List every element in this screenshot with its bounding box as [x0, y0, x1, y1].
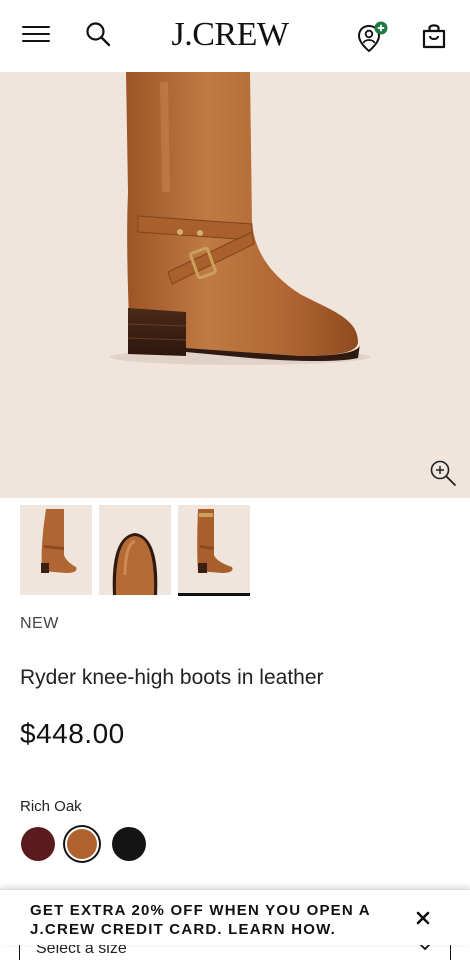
product-price: $448.00 [20, 718, 125, 749]
boot-illustration [110, 72, 370, 365]
brand-logo[interactable]: J.CREW [150, 16, 310, 54]
color-swatch-burgundy[interactable] [21, 827, 55, 861]
close-icon[interactable] [413, 908, 433, 928]
new-badge: NEW [20, 615, 59, 632]
thumbnail-front[interactable] [20, 505, 92, 595]
color-swatch-black[interactable] [112, 827, 146, 861]
thumbnail-toe[interactable] [99, 505, 171, 595]
header: J.CREW [0, 0, 470, 72]
thumbnail-selected-indicator [178, 593, 250, 596]
zoom-in-icon[interactable] [428, 458, 458, 488]
promo-text-line2: J.CREW CREDIT CARD. LEARN HOW. [30, 921, 336, 938]
promo-text-line1: GET EXTRA 20% OFF WHEN YOU OPEN A [30, 902, 371, 919]
shopping-bag-icon[interactable] [418, 20, 450, 52]
color-swatch-rich-oak[interactable] [65, 827, 99, 861]
thumbnail-side[interactable] [178, 505, 250, 595]
color-name-label: Rich Oak [20, 798, 82, 815]
search-icon[interactable] [84, 20, 112, 48]
product-image[interactable] [0, 72, 470, 498]
menu-icon[interactable] [22, 24, 50, 44]
promo-banner[interactable]: GET EXTRA 20% OFF WHEN YOU OPEN A J.CREW… [0, 889, 470, 945]
product-title: Ryder knee-high boots in leather [20, 666, 324, 689]
store-locator-icon[interactable] [356, 20, 390, 54]
